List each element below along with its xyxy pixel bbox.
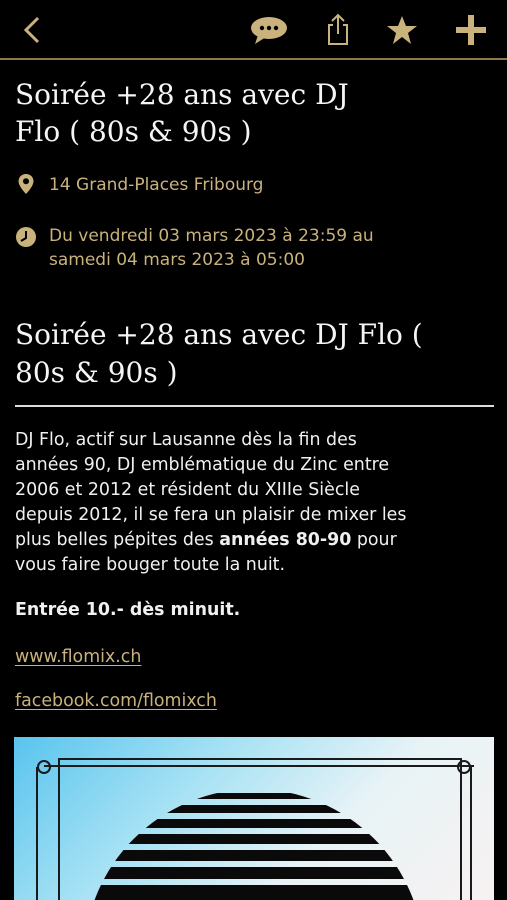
location-text: 14 Grand-Places Fribourg bbox=[49, 175, 264, 195]
entry-info: Entrée 10.- dès minuit. bbox=[15, 600, 241, 620]
divider bbox=[15, 405, 494, 407]
description-line: pour bbox=[351, 530, 397, 550]
plus-icon bbox=[456, 15, 486, 45]
add-button[interactable] bbox=[448, 10, 494, 50]
date-text: Du vendredi 03 mars 2023 à 23:59 au same… bbox=[49, 224, 469, 272]
share-icon bbox=[328, 13, 348, 45]
chat-button[interactable] bbox=[244, 10, 294, 50]
description-line: années 90, DJ emblématique du Zinc entre bbox=[15, 455, 390, 475]
description-line: depuis 2012, il se fera un plaisir de mi… bbox=[15, 505, 407, 525]
event-title-line: Soirée +28 ans avec DJ bbox=[15, 78, 349, 111]
description-line: vous faire bouger toute la nuit. bbox=[15, 555, 286, 575]
event-description: DJ Flo, actif sur Lausanne dès la fin de… bbox=[15, 428, 495, 578]
facebook-link[interactable]: facebook.com/flomixch bbox=[15, 691, 217, 711]
favorite-button[interactable] bbox=[380, 10, 424, 50]
event-heading-line: Soirée +28 ans avec DJ Flo ( bbox=[15, 318, 423, 351]
top-navigation-bar bbox=[0, 0, 507, 60]
event-title-line: Flo ( 80s & 90s ) bbox=[15, 115, 252, 148]
clock-icon bbox=[16, 227, 36, 247]
website-link[interactable]: www.flomix.ch bbox=[15, 647, 141, 667]
event-poster-image bbox=[14, 737, 494, 900]
location-pin-icon bbox=[18, 174, 34, 194]
description-line: DJ Flo, actif sur Lausanne dès la fin de… bbox=[15, 430, 357, 450]
star-icon bbox=[387, 16, 417, 44]
description-line: plus belles pépites des bbox=[15, 530, 220, 550]
description-highlight: années 80-90 bbox=[219, 530, 352, 550]
event-title: Soirée +28 ans avec DJ Flo ( 80s & 90s ) bbox=[15, 76, 485, 150]
date-line: samedi 04 mars 2023 à 05:00 bbox=[49, 250, 305, 270]
chevron-left-icon bbox=[23, 16, 40, 44]
event-heading-line: 80s & 90s ) bbox=[15, 356, 178, 389]
back-button[interactable] bbox=[12, 10, 52, 50]
event-date: Du vendredi 03 mars 2023 à 23:59 au same… bbox=[15, 224, 469, 272]
event-location[interactable]: 14 Grand-Places Fribourg bbox=[15, 173, 263, 197]
date-line: Du vendredi 03 mars 2023 à 23:59 au bbox=[49, 226, 374, 246]
chat-bubble-icon bbox=[251, 17, 287, 44]
description-line: 2006 et 2012 et résident du XIIIe Siècle bbox=[15, 480, 360, 500]
poster-artwork bbox=[36, 758, 474, 900]
event-heading: Soirée +28 ans avec DJ Flo ( 80s & 90s ) bbox=[15, 316, 490, 392]
share-button[interactable] bbox=[318, 10, 358, 50]
